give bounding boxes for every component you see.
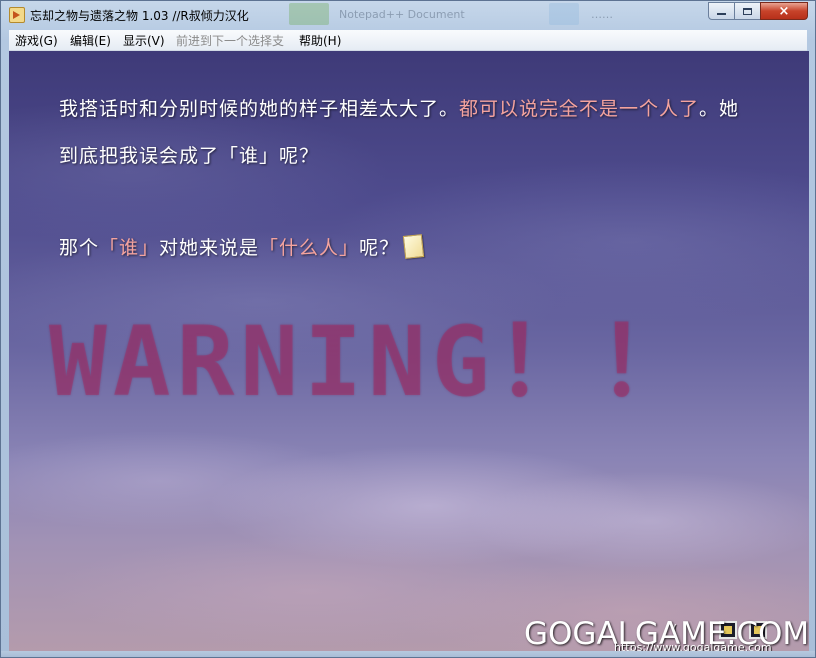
menu-bar: 游戏(G) 编辑(E) 显示(V) 前进到下一个选择支 帮助(H) <box>9 30 807 51</box>
dialogue-text: 对她来说是 <box>159 237 260 259</box>
close-button[interactable]: × <box>760 2 808 20</box>
dialogue-line-2: 到底把我误会成了「谁」呢？ <box>59 141 319 168</box>
background-window-icon <box>289 3 329 25</box>
dialogue-line-3: 那个「谁」对她来说是「什么人」呢？ <box>59 233 425 260</box>
title-bar[interactable]: 忘却之物与遗落之物 1.03 //R叔倾力汉化 Notepad++ Docume… <box>1 1 815 29</box>
menu-help[interactable]: 帮助(H) <box>299 32 341 49</box>
dialogue-text: 到底把我误会成了「谁」呢？ <box>59 145 320 167</box>
dialogue-text: 呢？ <box>359 237 400 259</box>
minimize-icon <box>717 13 726 15</box>
warning-overlay: WARNING！！ <box>49 306 700 418</box>
maximize-icon <box>743 7 752 15</box>
dialogue-text: 那个 <box>59 237 100 259</box>
background-window-title-2: …… <box>591 8 613 21</box>
close-icon: × <box>778 3 790 19</box>
game-screen[interactable]: 我搭话时和分别时候的她的样子相差太大了。都可以说完全不是一个人了。她 到底把我误… <box>9 51 809 651</box>
window-bottom-border <box>1 651 815 657</box>
dialogue-highlight: 「谁」 <box>99 237 160 259</box>
page-wait-icon <box>402 234 425 259</box>
dialogue-text: 。她 <box>699 98 740 120</box>
menu-edit[interactable]: 编辑(E) <box>70 32 111 49</box>
dialogue-highlight: 「什么人」 <box>259 237 360 259</box>
window-title: 忘却之物与遗落之物 1.03 //R叔倾力汉化 <box>30 9 249 23</box>
menu-game[interactable]: 游戏(G) <box>15 32 58 49</box>
minimize-button[interactable] <box>708 2 735 20</box>
menu-view[interactable]: 显示(V) <box>123 32 165 49</box>
watermark-url: https://www.gogalgame.com <box>614 641 772 651</box>
menu-skip-to-next-choice: 前进到下一个选择支 <box>176 34 285 48</box>
app-window: 忘却之物与遗落之物 1.03 //R叔倾力汉化 Notepad++ Docume… <box>0 0 816 658</box>
background-window-icon-2 <box>549 3 579 25</box>
background-window-title: Notepad++ Document <box>339 8 465 21</box>
dialogue-highlight: 都可以说完全不是一个人了 <box>459 98 700 120</box>
maximize-button[interactable] <box>734 2 761 20</box>
dialogue-text: 我搭话时和分别时候的她的样子相差太大了。 <box>59 98 460 120</box>
dialogue-line-1: 我搭话时和分别时候的她的样子相差太大了。都可以说完全不是一个人了。她 <box>59 94 739 121</box>
app-icon[interactable] <box>9 7 25 23</box>
